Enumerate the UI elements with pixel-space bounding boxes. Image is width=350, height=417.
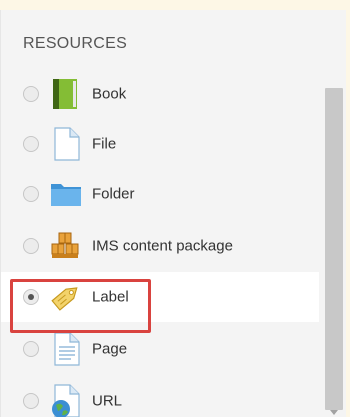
ims-package-icon xyxy=(49,229,83,263)
resource-label: IMS content package xyxy=(92,237,233,255)
resource-label: Label xyxy=(92,288,129,306)
resource-option-book[interactable]: Book xyxy=(1,69,319,119)
file-icon xyxy=(49,127,83,161)
resource-option-file[interactable]: File xyxy=(1,119,319,169)
label-tag-icon xyxy=(49,280,83,314)
resource-label: File xyxy=(92,135,117,153)
radio-file[interactable] xyxy=(23,136,39,152)
resource-label: Folder xyxy=(92,185,135,203)
radio-url[interactable] xyxy=(23,393,39,409)
resources-panel: RESOURCES Book File Folder IMS content p… xyxy=(0,10,346,417)
resource-option-ims-content-package[interactable]: IMS content package xyxy=(1,221,319,271)
url-globe-icon xyxy=(49,384,83,417)
folder-icon xyxy=(49,177,83,211)
vertical-scrollbar[interactable] xyxy=(321,10,346,417)
resource-option-url[interactable]: URL xyxy=(1,376,319,417)
book-icon xyxy=(49,77,83,111)
resource-label: Page xyxy=(92,340,128,358)
resource-label: URL xyxy=(92,392,123,410)
radio-folder[interactable] xyxy=(23,186,39,202)
resource-option-label[interactable]: Label xyxy=(1,272,319,322)
radio-book[interactable] xyxy=(23,86,39,102)
section-title: RESOURCES xyxy=(23,35,128,52)
resource-label: Book xyxy=(92,85,127,103)
scrollbar-thumb[interactable] xyxy=(325,88,343,410)
radio-ims-content-package[interactable] xyxy=(23,238,39,254)
radio-label[interactable] xyxy=(23,289,39,305)
resource-option-page[interactable]: Page xyxy=(1,324,319,374)
radio-page[interactable] xyxy=(23,341,39,357)
page-icon xyxy=(49,332,83,366)
resource-option-folder[interactable]: Folder xyxy=(1,169,319,219)
scroll-down-arrow-icon[interactable] xyxy=(330,410,338,415)
